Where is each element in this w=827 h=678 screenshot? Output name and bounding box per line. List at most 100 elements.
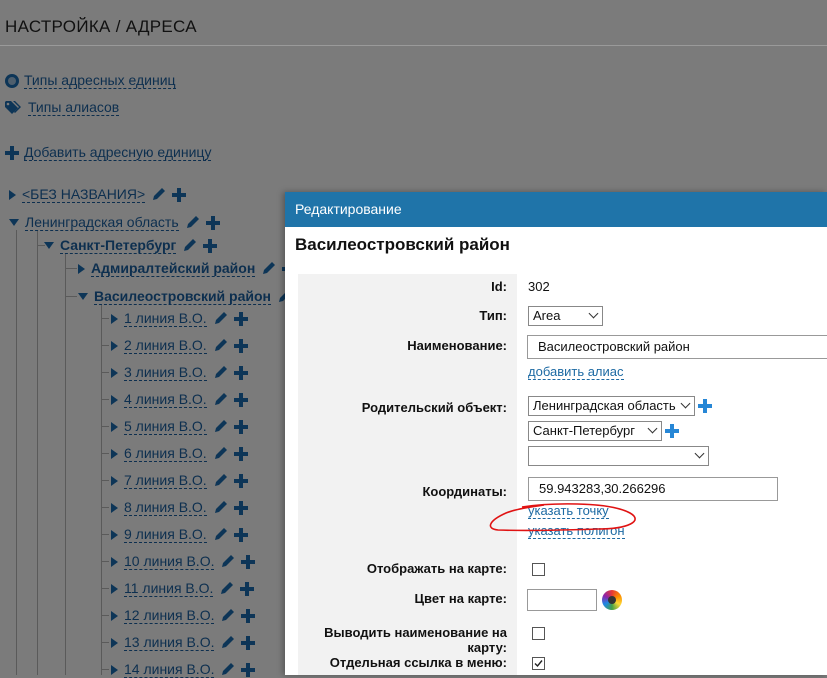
tree-node-label[interactable]: 10 линия В.О. (124, 553, 215, 570)
expand-icon[interactable] (111, 556, 118, 567)
tree-node-label[interactable]: 9 линия В.О. (124, 526, 207, 543)
collapse-icon[interactable] (78, 293, 88, 300)
expand-icon[interactable] (111, 367, 118, 378)
add-child-icon[interactable] (233, 473, 248, 488)
show-name-checkbox[interactable] (532, 627, 545, 640)
tree-node-label[interactable]: 3 линия В.О. (124, 364, 207, 381)
expand-icon[interactable] (111, 637, 118, 648)
menu-link-checkbox[interactable] (532, 657, 545, 670)
pencil-icon[interactable] (182, 238, 197, 253)
tree-node-label[interactable]: 2 линия В.О. (124, 337, 207, 354)
tree-node-label[interactable]: 11 линия В.О. (124, 580, 214, 597)
pencil-icon[interactable] (185, 215, 200, 230)
tree-guide-line (101, 426, 109, 427)
tree-node-label[interactable]: Адмиралтейский район (91, 260, 256, 277)
coords-input[interactable]: 59.943283,30.266296 (528, 477, 778, 501)
pencil-icon[interactable] (213, 446, 228, 461)
add-child-icon[interactable] (233, 500, 248, 515)
pencil-icon[interactable] (213, 365, 228, 380)
pencil-icon[interactable] (220, 554, 235, 569)
address-unit-types-link-row[interactable]: Типы адресных единиц (5, 72, 176, 89)
expand-icon[interactable] (111, 583, 118, 594)
add-child-icon[interactable] (172, 187, 187, 202)
add-parent-icon[interactable] (698, 399, 712, 413)
pencil-icon[interactable] (213, 311, 228, 326)
tree-node-label[interactable]: <БЕЗ НАЗВАНИЯ> (22, 186, 146, 203)
tree-guide-line (101, 305, 102, 675)
collapse-icon[interactable] (9, 219, 19, 226)
coords-label: Координаты: (422, 484, 507, 499)
add-child-icon[interactable] (233, 527, 248, 542)
tree-node-label[interactable]: Василеостровский район (94, 288, 272, 305)
expand-icon[interactable] (9, 189, 16, 200)
add-child-icon[interactable] (205, 215, 220, 230)
parent-select-2[interactable]: Санкт-Петербург (528, 421, 662, 441)
pencil-icon[interactable] (213, 338, 228, 353)
address-unit-types-link[interactable]: Типы адресных единиц (24, 72, 176, 89)
tree-node-label[interactable]: 13 линия В.О. (124, 634, 215, 651)
pencil-icon[interactable] (151, 187, 166, 202)
expand-icon[interactable] (111, 313, 118, 324)
pencil-icon[interactable] (220, 608, 235, 623)
alias-types-link[interactable]: Типы алиасов (28, 99, 120, 116)
tree-node-label[interactable]: 6 линия В.О. (124, 445, 207, 462)
add-child-icon[interactable] (233, 419, 248, 434)
alias-types-link-row[interactable]: Типы алиасов (5, 99, 120, 116)
add-child-icon[interactable] (240, 581, 255, 596)
expand-icon[interactable] (111, 664, 118, 675)
expand-icon[interactable] (111, 340, 118, 351)
show-on-map-checkbox[interactable] (532, 563, 545, 576)
pencil-icon[interactable] (213, 473, 228, 488)
tree-node-label[interactable]: 7 линия В.О. (124, 472, 207, 489)
tree-guide-line (16, 230, 17, 675)
add-child-icon[interactable] (241, 635, 256, 650)
expand-icon[interactable] (111, 610, 118, 621)
add-address-unit-row[interactable]: Добавить адресную единицу (5, 144, 212, 161)
expand-icon[interactable] (111, 394, 118, 405)
pencil-icon[interactable] (219, 581, 234, 596)
expand-icon[interactable] (111, 421, 118, 432)
add-parent-icon[interactable] (665, 424, 679, 438)
add-alias-link[interactable]: добавить алиас (528, 364, 624, 380)
tree-node-label[interactable]: Санкт-Петербург (60, 237, 177, 254)
expand-icon[interactable] (111, 502, 118, 513)
dialog-title: Василеостровский район (295, 235, 510, 254)
color-picker-icon[interactable] (602, 590, 622, 610)
expand-icon[interactable] (111, 475, 118, 486)
pencil-icon[interactable] (220, 635, 235, 650)
tree-node-label[interactable]: 14 линия В.О. (124, 661, 215, 678)
expand-icon[interactable] (111, 448, 118, 459)
type-select[interactable]: Area (528, 306, 603, 326)
tree-node-label[interactable]: 1 линия В.О. (124, 310, 207, 327)
tree-node-label[interactable]: 5 линия В.О. (124, 418, 207, 435)
map-color-input[interactable] (527, 589, 597, 611)
add-child-icon[interactable] (241, 662, 256, 677)
add-child-icon[interactable] (233, 446, 248, 461)
add-child-icon[interactable] (233, 365, 248, 380)
edit-form: Id: Тип: Наименование: Родительский объе… (285, 274, 827, 675)
collapse-icon[interactable] (44, 242, 54, 249)
add-address-unit-link[interactable]: Добавить адресную единицу (24, 144, 212, 161)
add-child-icon[interactable] (241, 554, 256, 569)
tree-node-label[interactable]: 8 линия В.О. (124, 499, 207, 516)
tree-guide-line (101, 534, 109, 535)
pencil-icon[interactable] (213, 392, 228, 407)
expand-icon[interactable] (111, 529, 118, 540)
tree-node-line: 1 линия В.О. (111, 310, 248, 327)
name-input[interactable]: Василеостровский район (527, 335, 827, 359)
pencil-icon[interactable] (213, 419, 228, 434)
pencil-icon[interactable] (213, 527, 228, 542)
tree-node-label[interactable]: Ленинградская область (25, 214, 179, 231)
add-child-icon[interactable] (233, 311, 248, 326)
pencil-icon[interactable] (213, 500, 228, 515)
pencil-icon[interactable] (261, 261, 276, 276)
parent-select-3[interactable] (528, 446, 709, 466)
add-child-icon[interactable] (241, 608, 256, 623)
add-child-icon[interactable] (233, 392, 248, 407)
tree-node-label[interactable]: 12 линия В.О. (124, 607, 215, 624)
tree-node-label[interactable]: 4 линия В.О. (124, 391, 207, 408)
expand-icon[interactable] (78, 263, 85, 274)
add-child-icon[interactable] (233, 338, 248, 353)
add-child-icon[interactable] (203, 238, 218, 253)
parent-select-1[interactable]: Ленинградская область (528, 396, 695, 416)
